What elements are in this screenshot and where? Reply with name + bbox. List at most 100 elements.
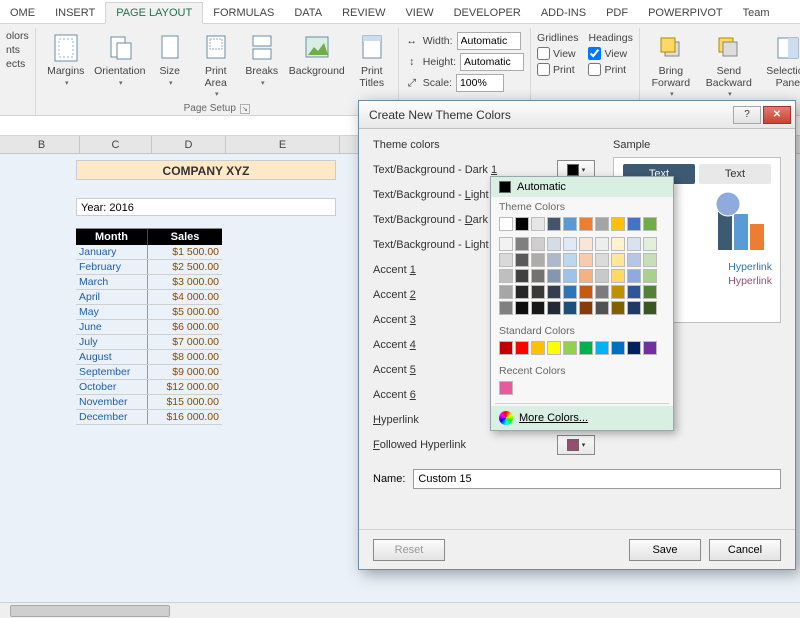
color-swatch[interactable] [643, 237, 657, 251]
color-swatch[interactable] [611, 341, 625, 355]
color-swatch[interactable] [643, 301, 657, 315]
color-swatch[interactable] [595, 253, 609, 267]
help-button[interactable]: ? [733, 106, 761, 124]
col-header-E[interactable]: E [226, 136, 340, 153]
color-swatch[interactable] [515, 285, 529, 299]
table-row[interactable]: October$12 000.00 [76, 380, 222, 395]
color-swatch[interactable] [515, 269, 529, 283]
tab-powerpivot[interactable]: POWERPIVOT [638, 3, 733, 23]
cell-month[interactable]: January [76, 245, 148, 259]
cell-month[interactable]: August [76, 350, 148, 364]
tab-data[interactable]: DATA [284, 3, 332, 23]
reset-button[interactable]: Reset [373, 539, 445, 561]
color-swatch[interactable] [531, 253, 545, 267]
cell-month[interactable]: September [76, 365, 148, 379]
cell-sales[interactable]: $1 500.00 [148, 245, 222, 259]
col-header-C[interactable]: C [80, 136, 152, 153]
color-swatch[interactable] [499, 381, 513, 395]
print-titles-button[interactable]: Print Titles [352, 30, 392, 89]
color-swatch[interactable] [563, 217, 577, 231]
horizontal-scrollbar[interactable] [0, 602, 800, 618]
color-swatch[interactable] [499, 237, 513, 251]
tab-ome[interactable]: OME [0, 3, 45, 23]
color-swatch[interactable] [547, 301, 561, 315]
cell-month[interactable]: April [76, 290, 148, 304]
background-button[interactable]: Background [288, 30, 346, 78]
breaks-button[interactable]: Breaks▾ [242, 30, 282, 87]
gridlines-view-check[interactable]: View [537, 47, 578, 60]
color-swatch[interactable] [531, 269, 545, 283]
cell-sales[interactable]: $15 000.00 [148, 395, 222, 409]
table-row[interactable]: March$3 000.00 [76, 275, 222, 290]
theme-color-swatch-button[interactable]: ▾ [557, 435, 595, 455]
table-row[interactable]: May$5 000.00 [76, 305, 222, 320]
color-swatch[interactable] [579, 237, 593, 251]
color-swatch[interactable] [643, 253, 657, 267]
table-row[interactable]: November$15 000.00 [76, 395, 222, 410]
table-row[interactable]: July$7 000.00 [76, 335, 222, 350]
color-swatch[interactable] [499, 269, 513, 283]
color-swatch[interactable] [579, 301, 593, 315]
color-swatch[interactable] [643, 269, 657, 283]
selection-pane-button[interactable]: Selection Pane [762, 30, 800, 89]
color-swatch[interactable] [515, 253, 529, 267]
color-swatch[interactable] [563, 237, 577, 251]
bring-forward-button[interactable]: Bring Forward▾ [646, 30, 696, 99]
table-row[interactable]: February$2 500.00 [76, 260, 222, 275]
color-swatch[interactable] [499, 285, 513, 299]
color-swatch[interactable] [595, 341, 609, 355]
table-row[interactable]: August$8 000.00 [76, 350, 222, 365]
color-swatch[interactable] [643, 341, 657, 355]
color-swatch[interactable] [627, 341, 641, 355]
color-swatch[interactable] [515, 237, 529, 251]
tab-view[interactable]: VIEW [395, 3, 443, 23]
close-button[interactable]: ✕ [763, 106, 791, 124]
color-swatch[interactable] [627, 253, 641, 267]
tab-team[interactable]: Team [733, 3, 780, 23]
col-header-D[interactable]: D [152, 136, 226, 153]
tab-add-ins[interactable]: ADD-INS [531, 3, 596, 23]
color-swatch[interactable] [579, 285, 593, 299]
company-header[interactable]: COMPANY XYZ [76, 160, 336, 180]
color-swatch[interactable] [563, 269, 577, 283]
tab-review[interactable]: REVIEW [332, 3, 395, 23]
color-swatch[interactable] [515, 217, 529, 231]
cell-sales[interactable]: $6 000.00 [148, 320, 222, 334]
margins-button[interactable]: Margins▾ [42, 30, 90, 87]
print-area-button[interactable]: Print Area▾ [196, 30, 236, 99]
cell-month[interactable]: November [76, 395, 148, 409]
themes-effects[interactable]: ects [6, 58, 25, 70]
tab-formulas[interactable]: FORMULAS [203, 3, 284, 23]
color-swatch[interactable] [547, 285, 561, 299]
color-swatch[interactable] [531, 237, 545, 251]
color-swatch[interactable] [611, 237, 625, 251]
cancel-button[interactable]: Cancel [709, 539, 781, 561]
color-swatch[interactable] [547, 341, 561, 355]
scroll-thumb[interactable] [10, 605, 170, 617]
table-row[interactable]: September$9 000.00 [76, 365, 222, 380]
send-backward-button[interactable]: Send Backward▾ [702, 30, 756, 99]
cell-month[interactable]: June [76, 320, 148, 334]
tab-page-layout[interactable]: PAGE LAYOUT [105, 2, 203, 24]
scale-input[interactable] [456, 74, 504, 92]
color-swatch[interactable] [627, 237, 641, 251]
more-colors-item[interactable]: More Colors... [491, 406, 673, 430]
color-swatch[interactable] [563, 301, 577, 315]
orientation-button[interactable]: Orientation▾ [96, 30, 144, 87]
color-swatch[interactable] [531, 285, 545, 299]
color-swatch[interactable] [547, 217, 561, 231]
color-swatch[interactable] [611, 253, 625, 267]
color-swatch[interactable] [611, 301, 625, 315]
gridlines-print-check[interactable]: Print [537, 63, 578, 76]
color-swatch[interactable] [579, 253, 593, 267]
cell-month[interactable]: December [76, 410, 148, 424]
color-swatch[interactable] [643, 285, 657, 299]
cell-sales[interactable]: $12 000.00 [148, 380, 222, 394]
automatic-color-item[interactable]: Automatic [491, 177, 673, 197]
color-swatch[interactable] [563, 341, 577, 355]
color-swatch[interactable] [499, 301, 513, 315]
cell-sales[interactable]: $2 500.00 [148, 260, 222, 274]
color-swatch[interactable] [499, 217, 513, 231]
table-row[interactable]: December$16 000.00 [76, 410, 222, 425]
color-swatch[interactable] [515, 301, 529, 315]
